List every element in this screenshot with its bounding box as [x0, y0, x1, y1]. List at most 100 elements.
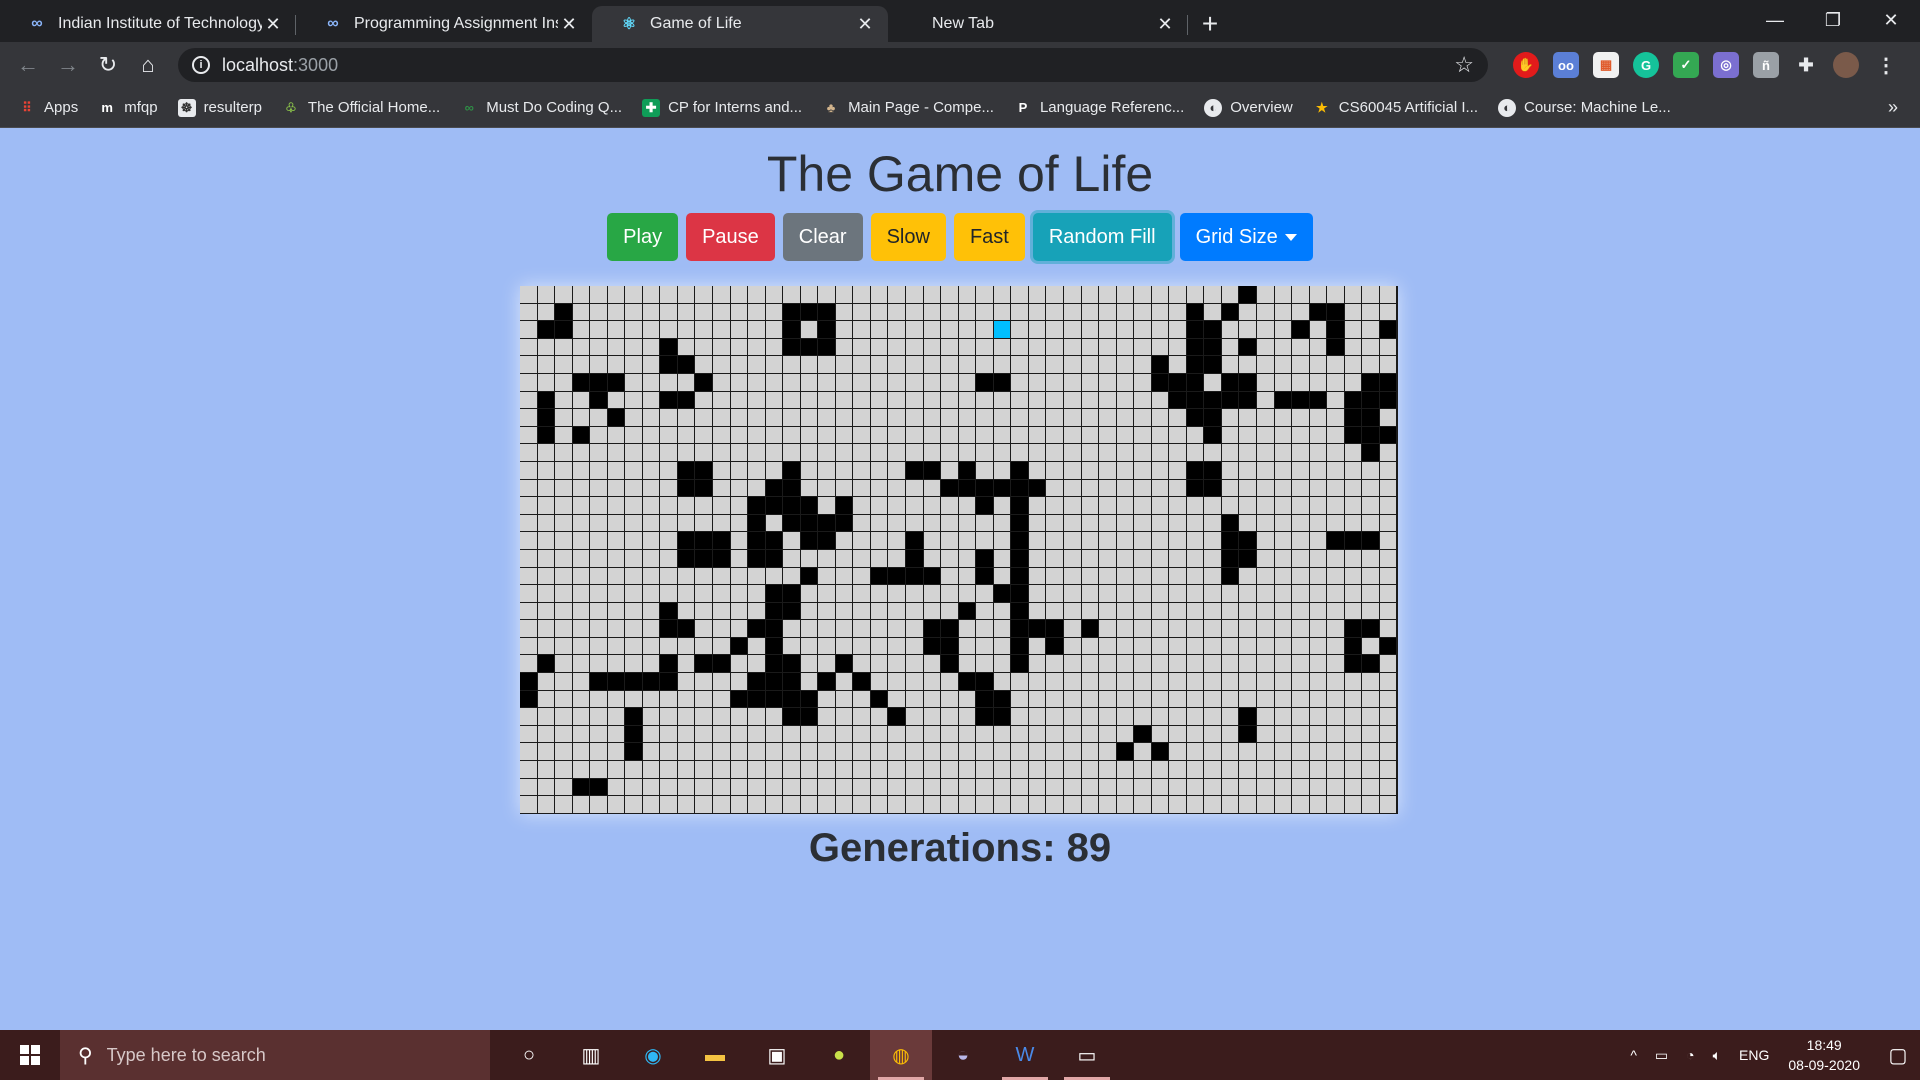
- grid-cell[interactable]: [1379, 725, 1398, 744]
- grid-cell[interactable]: [976, 391, 994, 410]
- grid-cell[interactable]: [677, 444, 696, 462]
- grid-cell[interactable]: [520, 356, 538, 374]
- grid-cell[interactable]: [1186, 461, 1205, 480]
- grid-cell[interactable]: [572, 673, 591, 691]
- grid-cell[interactable]: [607, 321, 626, 339]
- grid-cell[interactable]: [870, 426, 889, 445]
- grid-cell[interactable]: [976, 637, 994, 656]
- grid-cell[interactable]: [923, 690, 942, 709]
- grid-cell[interactable]: [1379, 444, 1398, 462]
- grid-cell[interactable]: [590, 620, 608, 638]
- grid-cell[interactable]: [1274, 567, 1293, 586]
- grid-cell[interactable]: [1011, 725, 1029, 744]
- grid-cell[interactable]: [1011, 567, 1029, 586]
- grid-cell[interactable]: [537, 655, 556, 674]
- grid-cell[interactable]: [870, 620, 889, 638]
- grid-cell[interactable]: [537, 567, 556, 586]
- grid-cell[interactable]: [906, 391, 924, 410]
- grid-cell[interactable]: [1011, 796, 1029, 814]
- grid-cell[interactable]: [713, 532, 731, 550]
- grid-cell[interactable]: [1046, 637, 1064, 656]
- grid-cell[interactable]: [1239, 743, 1257, 762]
- grid-cell[interactable]: [765, 708, 784, 726]
- grid-cell[interactable]: [888, 796, 907, 814]
- grid-cell[interactable]: [1292, 497, 1310, 515]
- chrome-icon[interactable]: ◍: [870, 1030, 932, 1080]
- grid-cell[interactable]: [1256, 321, 1275, 339]
- grid-cell[interactable]: [1362, 725, 1380, 744]
- grid-cell[interactable]: [1186, 602, 1205, 621]
- grid-cell[interactable]: [1204, 514, 1222, 533]
- grid-cell[interactable]: [748, 514, 766, 533]
- grid-cell[interactable]: [730, 426, 749, 445]
- grid-cell[interactable]: [1274, 514, 1293, 533]
- grid-cell[interactable]: [853, 567, 871, 586]
- grid-cell[interactable]: [1256, 391, 1275, 410]
- grid-cell[interactable]: [1292, 708, 1310, 726]
- grid-cell[interactable]: [607, 514, 626, 533]
- grid-cell[interactable]: [1344, 743, 1363, 762]
- grid-cell[interactable]: [713, 497, 731, 515]
- grid-cell[interactable]: [1046, 444, 1064, 462]
- grid-cell[interactable]: [1011, 391, 1029, 410]
- grid-cell[interactable]: [537, 708, 556, 726]
- extension-icon[interactable]: ✓: [1673, 52, 1699, 78]
- grid-cell[interactable]: [906, 338, 924, 357]
- grid-cell[interactable]: [888, 321, 907, 339]
- grid-cell[interactable]: [1134, 286, 1152, 304]
- grid-cell[interactable]: [1344, 585, 1363, 603]
- grid-cell[interactable]: [1169, 567, 1187, 586]
- grid-cell[interactable]: [1292, 585, 1310, 603]
- grid-cell[interactable]: [1099, 461, 1117, 480]
- grid-cell[interactable]: [993, 690, 1012, 709]
- app-icon[interactable]: ●: [808, 1030, 870, 1080]
- tab-game-of-life[interactable]: ⚛ Game of Life ✕: [592, 6, 888, 42]
- grid-cell[interactable]: [1204, 690, 1222, 709]
- grid-cell[interactable]: [1063, 426, 1082, 445]
- grid-cell[interactable]: [713, 585, 731, 603]
- grid-cell[interactable]: [660, 303, 678, 322]
- grid-cell[interactable]: [713, 778, 731, 797]
- grid-cell[interactable]: [1099, 321, 1117, 339]
- grid-cell[interactable]: [537, 743, 556, 762]
- grid-cell[interactable]: [1362, 356, 1380, 374]
- grid-cell[interactable]: [1256, 514, 1275, 533]
- grid-cell[interactable]: [993, 373, 1012, 392]
- grid-cell[interactable]: [835, 373, 854, 392]
- grid-cell[interactable]: [660, 725, 678, 744]
- grid-cell[interactable]: [1186, 356, 1205, 374]
- battery-icon[interactable]: ▭: [1655, 1047, 1668, 1064]
- grid-cell[interactable]: [1221, 743, 1240, 762]
- grid-cell[interactable]: [783, 338, 801, 357]
- grid-cell[interactable]: [537, 426, 556, 445]
- grid-cell[interactable]: [748, 479, 766, 498]
- grid-cell[interactable]: [1239, 637, 1257, 656]
- grid-cell[interactable]: [800, 426, 819, 445]
- grid-cell[interactable]: [1186, 303, 1205, 322]
- grid-cell[interactable]: [625, 409, 643, 427]
- grid-cell[interactable]: [783, 637, 801, 656]
- grid-cell[interactable]: [1028, 321, 1047, 339]
- grid-cell[interactable]: [906, 761, 924, 779]
- grid-cell[interactable]: [590, 708, 608, 726]
- close-icon[interactable]: ✕: [558, 14, 580, 35]
- grid-cell[interactable]: [713, 602, 731, 621]
- grid-cell[interactable]: [1186, 655, 1205, 674]
- grid-cell[interactable]: [1046, 743, 1064, 762]
- grid-cell[interactable]: [1134, 725, 1152, 744]
- grid-cell[interactable]: [625, 497, 643, 515]
- grid-cell[interactable]: [607, 549, 626, 568]
- grid-cell[interactable]: [923, 497, 942, 515]
- grid-cell[interactable]: [1011, 461, 1029, 480]
- grid-cell[interactable]: [870, 303, 889, 322]
- grid-cell[interactable]: [1292, 356, 1310, 374]
- grid-cell[interactable]: [835, 286, 854, 304]
- grid-cell[interactable]: [976, 444, 994, 462]
- grid-cell[interactable]: [783, 567, 801, 586]
- grid-cell[interactable]: [888, 690, 907, 709]
- grid-cell[interactable]: [976, 338, 994, 357]
- grid-cell[interactable]: [1081, 391, 1100, 410]
- grid-cell[interactable]: [590, 514, 608, 533]
- grid-cell[interactable]: [1028, 549, 1047, 568]
- grid-cell[interactable]: [1116, 690, 1135, 709]
